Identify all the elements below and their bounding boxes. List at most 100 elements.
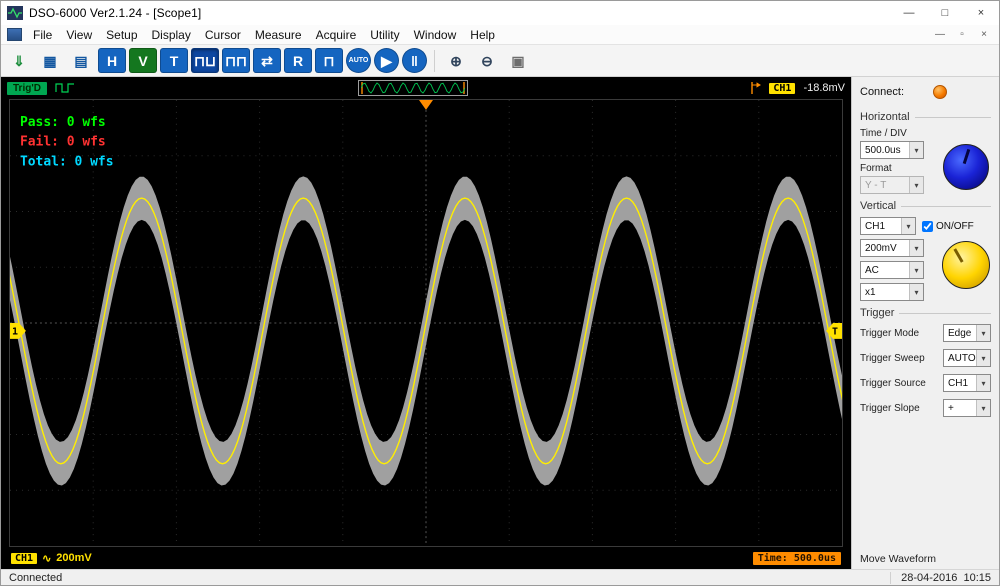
trigger-position-marker[interactable] — [419, 100, 433, 110]
trigger-source-select[interactable]: CH1▾ — [943, 374, 991, 392]
connect-indicator[interactable] — [933, 85, 947, 99]
menu-setup[interactable]: Setup — [99, 26, 144, 44]
pause-button[interactable]: ‖ — [402, 48, 427, 73]
chevron-down-icon: ▾ — [976, 400, 990, 416]
toolbar-separator — [434, 50, 435, 72]
pass-fail-button[interactable]: ⊓⊔ — [191, 48, 219, 73]
title-bar: DSO-6000 Ver2.1.24 - [Scope1] — □ × — [1, 1, 999, 25]
section-divider — [901, 206, 991, 207]
xy-mode-button[interactable]: ⇄ — [253, 48, 281, 73]
trigger-level-readout: -18.8mV — [803, 82, 845, 94]
channel-select[interactable]: CH1 ▾ — [860, 217, 916, 235]
pass-count: Pass: 0 wfs — [20, 115, 106, 130]
control-panel: Connect: Horizontal Time / DIV 500.0us ▾… — [851, 77, 999, 569]
coupling-select[interactable]: AC ▾ — [860, 261, 924, 279]
menu-acquire[interactable]: Acquire — [309, 26, 364, 44]
coupling-indicator: ∿ — [42, 552, 51, 565]
trigger-source-label: Trigger Source — [860, 378, 926, 389]
vertical-section-header: Vertical — [860, 200, 991, 212]
chevron-down-icon: ▾ — [976, 325, 990, 341]
trigger-type-icon — [55, 82, 75, 94]
minimize-button[interactable]: — — [891, 1, 927, 25]
trigger-slope-label: Trigger Slope — [860, 403, 920, 414]
menu-measure[interactable]: Measure — [248, 26, 309, 44]
menu-window[interactable]: Window — [407, 26, 464, 44]
vertical-knob[interactable] — [942, 241, 990, 289]
vertical-setup-button[interactable]: V — [129, 48, 157, 73]
scope-display[interactable]: 1 T Pass: 0 wfs Fail: 0 wfs Total: 0 wfs — [9, 99, 843, 547]
scope-area: Trig'D CH1 -18.8mV — [1, 77, 851, 569]
menu-view[interactable]: View — [59, 26, 99, 44]
menu-cursor[interactable]: Cursor — [198, 26, 248, 44]
scope1-window-icon[interactable] — [7, 28, 22, 41]
horizontal-knob[interactable] — [943, 144, 989, 190]
status-bar: Connected 28-04-2016 10:15 — [1, 569, 999, 585]
app-icon — [7, 5, 23, 21]
waveform-record-button[interactable]: ⊓⊓ — [222, 48, 250, 73]
chevron-down-icon: ▾ — [909, 240, 923, 256]
datetime-readout: 28-04-2016 10:15 — [890, 572, 991, 584]
mdi-restore-button[interactable]: ▫ — [951, 29, 973, 40]
vertical-controls: CH1 ▾ ON/OFF 200mV ▾ AC ▾ — [860, 217, 991, 301]
mdi-minimize-button[interactable]: — — [929, 29, 951, 40]
section-divider — [915, 117, 991, 118]
chevron-down-icon: ▾ — [976, 375, 990, 391]
connect-row: Connect: — [860, 83, 991, 105]
channel-onoff: ON/OFF — [922, 221, 974, 232]
trigger-mode-label: Trigger Mode — [860, 328, 919, 339]
import-button[interactable]: ⇓ — [5, 48, 33, 73]
chevron-down-icon: ▾ — [976, 350, 990, 366]
menu-help[interactable]: Help — [463, 26, 502, 44]
trigger-sweep-select[interactable]: AUTO▾ — [943, 349, 991, 367]
screen-copy-button[interactable]: ▣ — [504, 48, 532, 73]
maximize-button[interactable]: □ — [927, 1, 963, 25]
chevron-down-icon: ▾ — [909, 142, 923, 158]
menu-items: FileViewSetupDisplayCursorMeasureAcquire… — [26, 26, 502, 44]
menu-file[interactable]: File — [26, 26, 59, 44]
onoff-checkbox[interactable] — [922, 221, 933, 232]
chevron-down-icon: ▾ — [909, 262, 923, 278]
trigger-slope-select[interactable]: +▾ — [943, 399, 991, 417]
trigger-sweep-label: Trigger Sweep — [860, 353, 925, 364]
pass-fail-mask-band — [10, 176, 842, 485]
menu-bar: FileViewSetupDisplayCursorMeasureAcquire… — [1, 25, 999, 45]
cursor-measure-button[interactable]: ⊓ — [315, 48, 343, 73]
zoom-in-button[interactable]: ⊕ — [442, 48, 470, 73]
refresh-button[interactable]: R — [284, 48, 312, 73]
menu-utility[interactable]: Utility — [363, 26, 406, 44]
scope-readout-row: CH1 ∿ 200mV Time: 500.0us — [1, 547, 851, 569]
volts-per-div-readout: 200mV — [56, 552, 91, 564]
menu-display[interactable]: Display — [145, 26, 198, 44]
time-div-label: Time / DIV — [860, 128, 991, 139]
ch1-badge-bottom: CH1 — [11, 553, 37, 564]
time-div-select[interactable]: 500.0us ▾ — [860, 141, 924, 159]
fail-count: Fail: 0 wfs — [20, 135, 106, 150]
chevron-down-icon: ▾ — [909, 284, 923, 300]
close-button[interactable]: × — [963, 1, 999, 25]
save-button[interactable]: ▦ — [36, 48, 64, 73]
scope-grid-svg: 1 T Pass: 0 wfs Fail: 0 wfs Total: 0 wfs — [10, 100, 842, 546]
mdi-close-button[interactable]: × — [973, 29, 995, 40]
trigger-section-title: Trigger — [860, 307, 894, 319]
svg-text:T: T — [832, 326, 838, 337]
toolbar: ⇓▦▤HVT⊓⊔⊓⊓⇄R⊓AUTO▶‖ ⊕⊖▣ — [1, 45, 999, 77]
mdi-window-controls: — ▫ × — [929, 29, 995, 40]
print-button[interactable]: ▤ — [67, 48, 95, 73]
probe-select[interactable]: x1 ▾ — [860, 283, 924, 301]
window-title: DSO-6000 Ver2.1.24 - [Scope1] — [29, 6, 201, 20]
time-per-div-readout: Time: 500.0us — [753, 552, 841, 565]
horizontal-section-header: Horizontal — [860, 111, 991, 123]
horizontal-section-title: Horizontal — [860, 111, 910, 123]
waveform-preview[interactable] — [358, 80, 468, 96]
chevron-down-icon: ▾ — [901, 218, 915, 234]
trigger-mode-select[interactable]: Edge▾ — [943, 324, 991, 342]
connection-status: Connected — [9, 572, 62, 584]
trigger-sweep-row: Trigger Sweep AUTO▾ — [860, 349, 991, 367]
run-button[interactable]: ▶ — [374, 48, 399, 73]
format-select[interactable]: Y - T ▾ — [860, 176, 924, 194]
zoom-out-button[interactable]: ⊖ — [473, 48, 501, 73]
trigger-setup-button[interactable]: T — [160, 48, 188, 73]
volts-div-select[interactable]: 200mV ▾ — [860, 239, 924, 257]
autoset-button[interactable]: AUTO — [346, 48, 371, 73]
horizontal-setup-button[interactable]: H — [98, 48, 126, 73]
